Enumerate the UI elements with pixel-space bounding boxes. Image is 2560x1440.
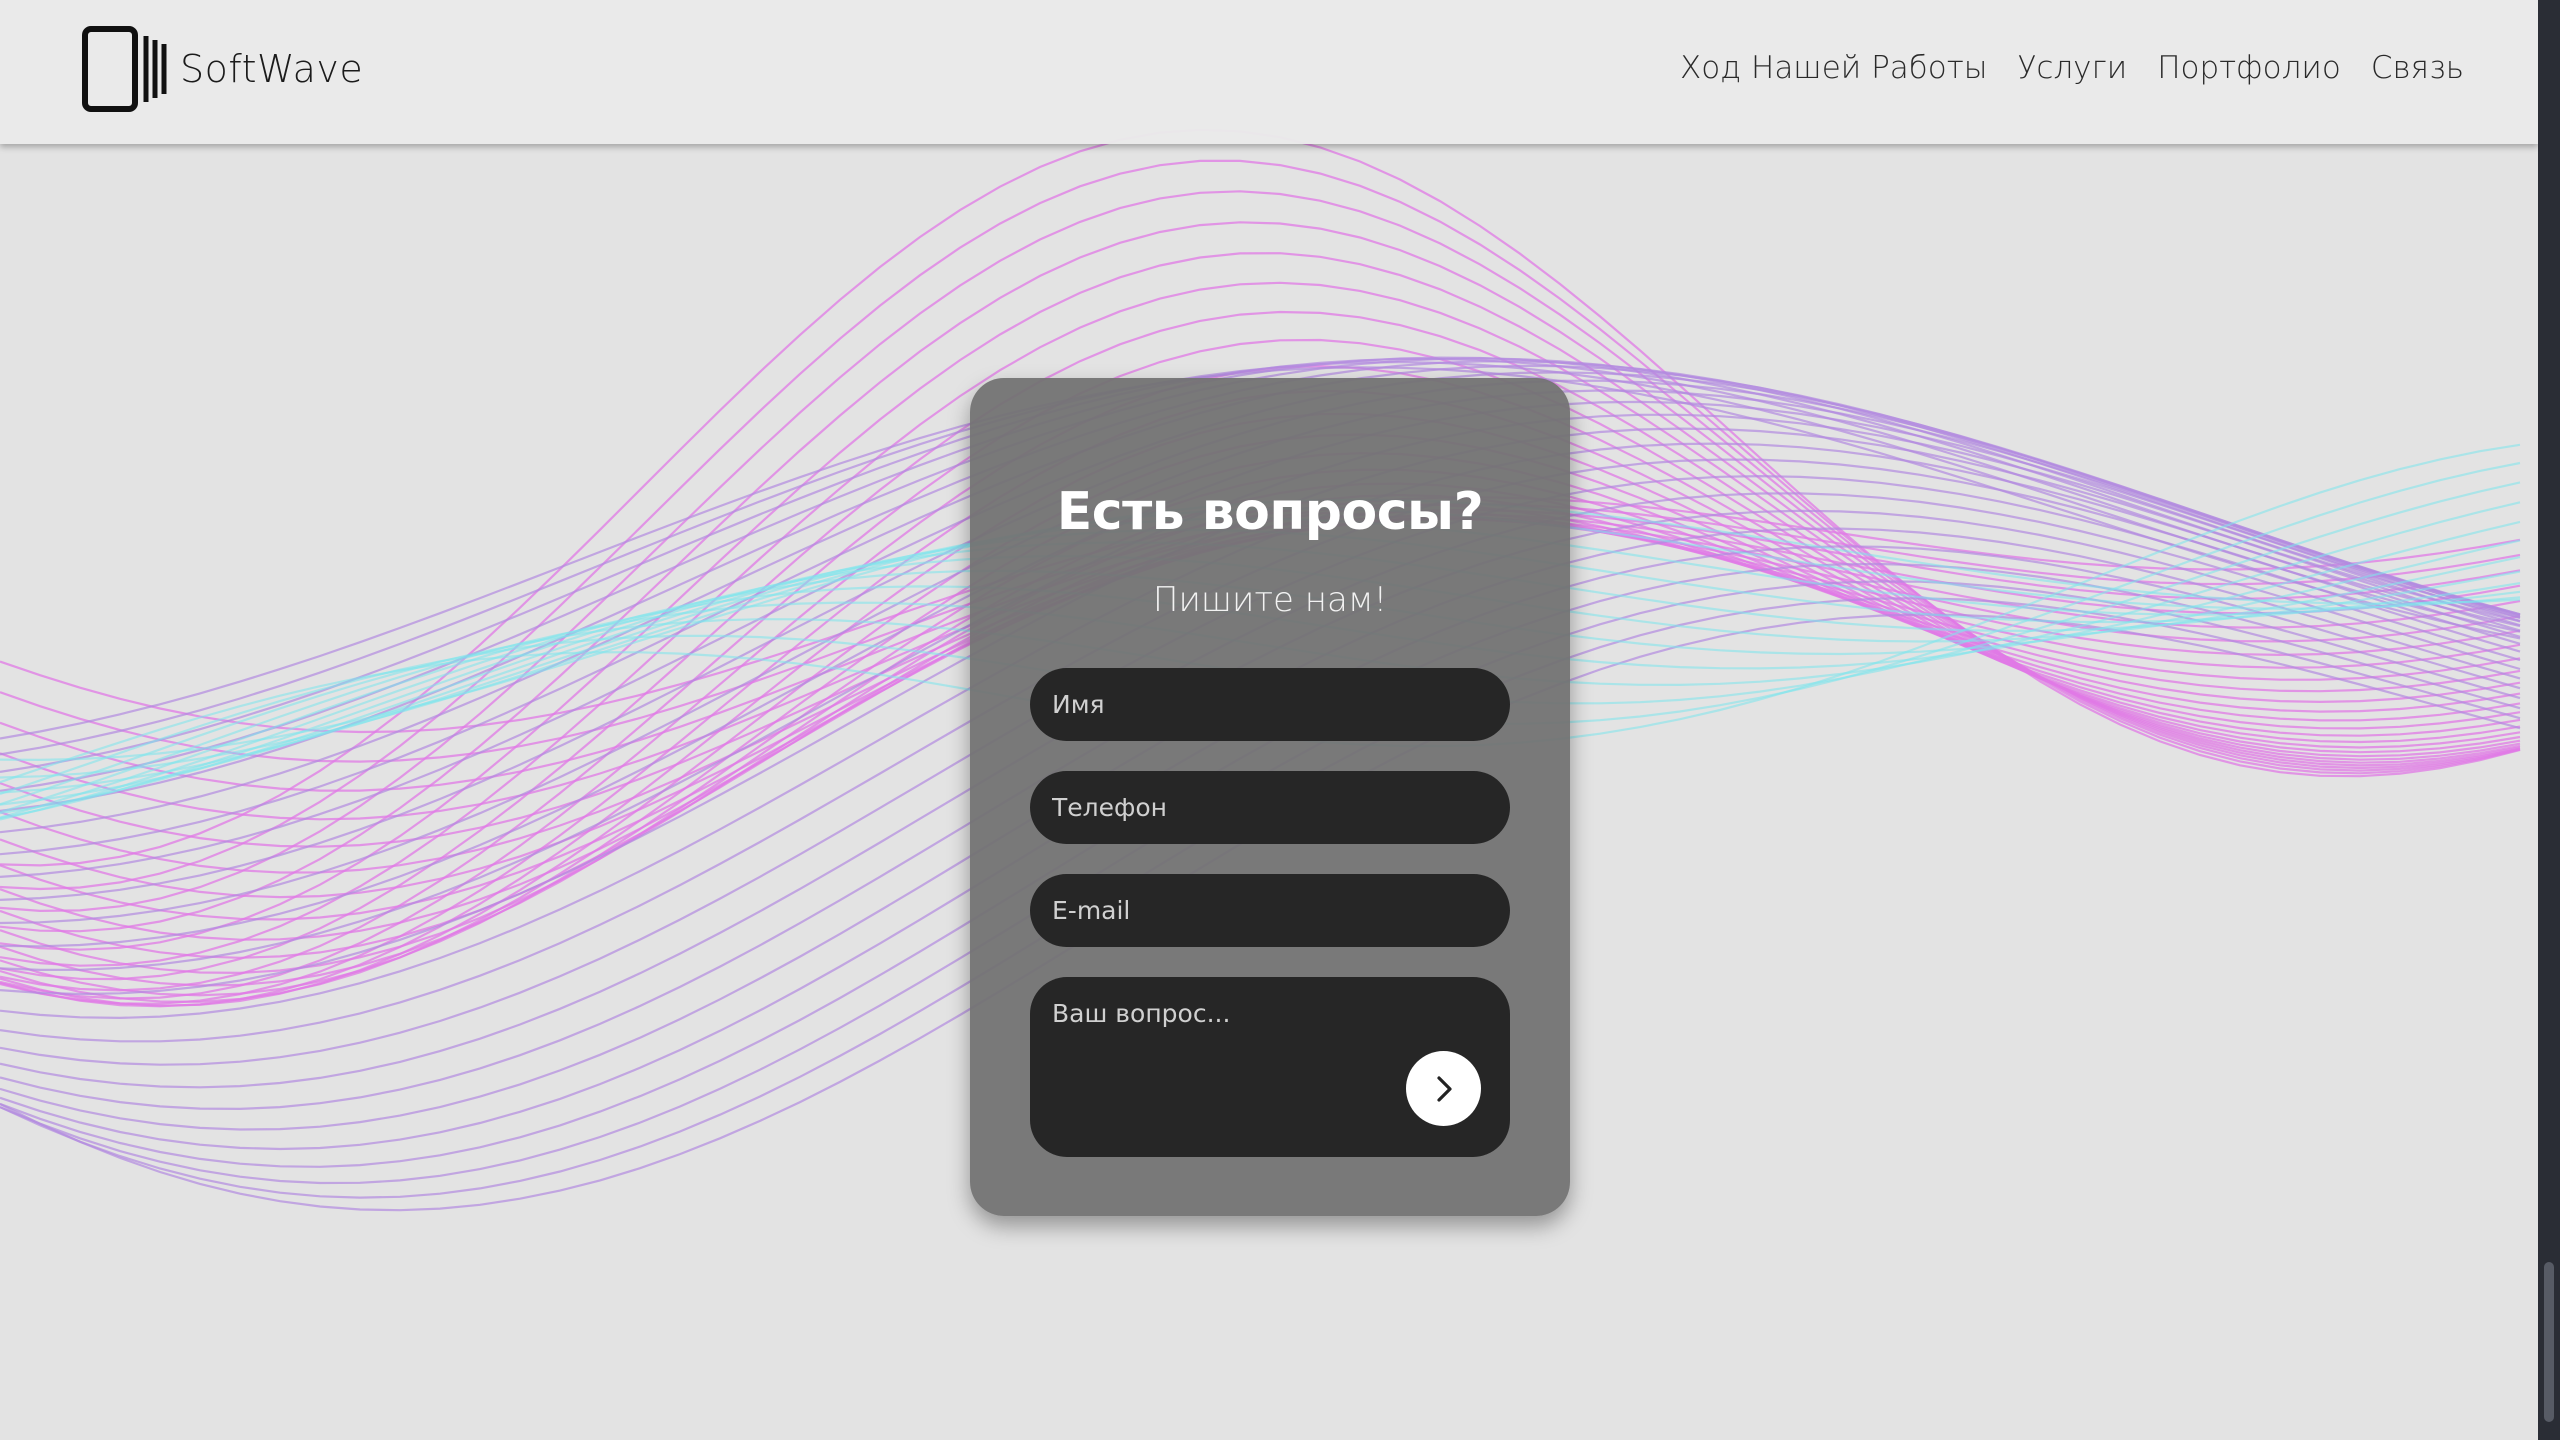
nav-item-services[interactable]: Услуги bbox=[2017, 50, 2127, 86]
email-input[interactable] bbox=[1030, 874, 1510, 947]
scrollbar-thumb[interactable] bbox=[2544, 1262, 2554, 1422]
contact-title: Есть вопросы? bbox=[1056, 482, 1484, 542]
send-button[interactable] bbox=[1406, 1051, 1481, 1126]
chevron-right-icon bbox=[1436, 1075, 1452, 1102]
phone-input[interactable] bbox=[1030, 771, 1510, 844]
nav-item-work-process[interactable]: Ход Нашей Работы bbox=[1680, 50, 1987, 86]
nav-item-portfolio[interactable]: Портфолио bbox=[2157, 50, 2341, 86]
brand-name: SoftWave bbox=[180, 47, 364, 91]
name-input[interactable] bbox=[1030, 668, 1510, 741]
site-header: SoftWave Ход Нашей Работы Услуги Портфол… bbox=[0, 0, 2538, 144]
question-field bbox=[1030, 977, 1510, 1157]
tablet-waves-logo-icon bbox=[82, 26, 167, 112]
contact-subtitle: Пишите нам! bbox=[1152, 580, 1388, 620]
page: SoftWave Ход Нашей Работы Услуги Портфол… bbox=[0, 0, 2560, 1440]
scrollbar[interactable] bbox=[2538, 0, 2560, 1440]
main-nav: Ход Нашей Работы Услуги Портфолио Связь bbox=[1680, 50, 2464, 86]
nav-item-contact[interactable]: Связь bbox=[2371, 50, 2464, 86]
contact-form-card: Есть вопросы? Пишите нам! bbox=[970, 378, 1570, 1216]
logo-link[interactable]: SoftWave bbox=[82, 26, 363, 112]
